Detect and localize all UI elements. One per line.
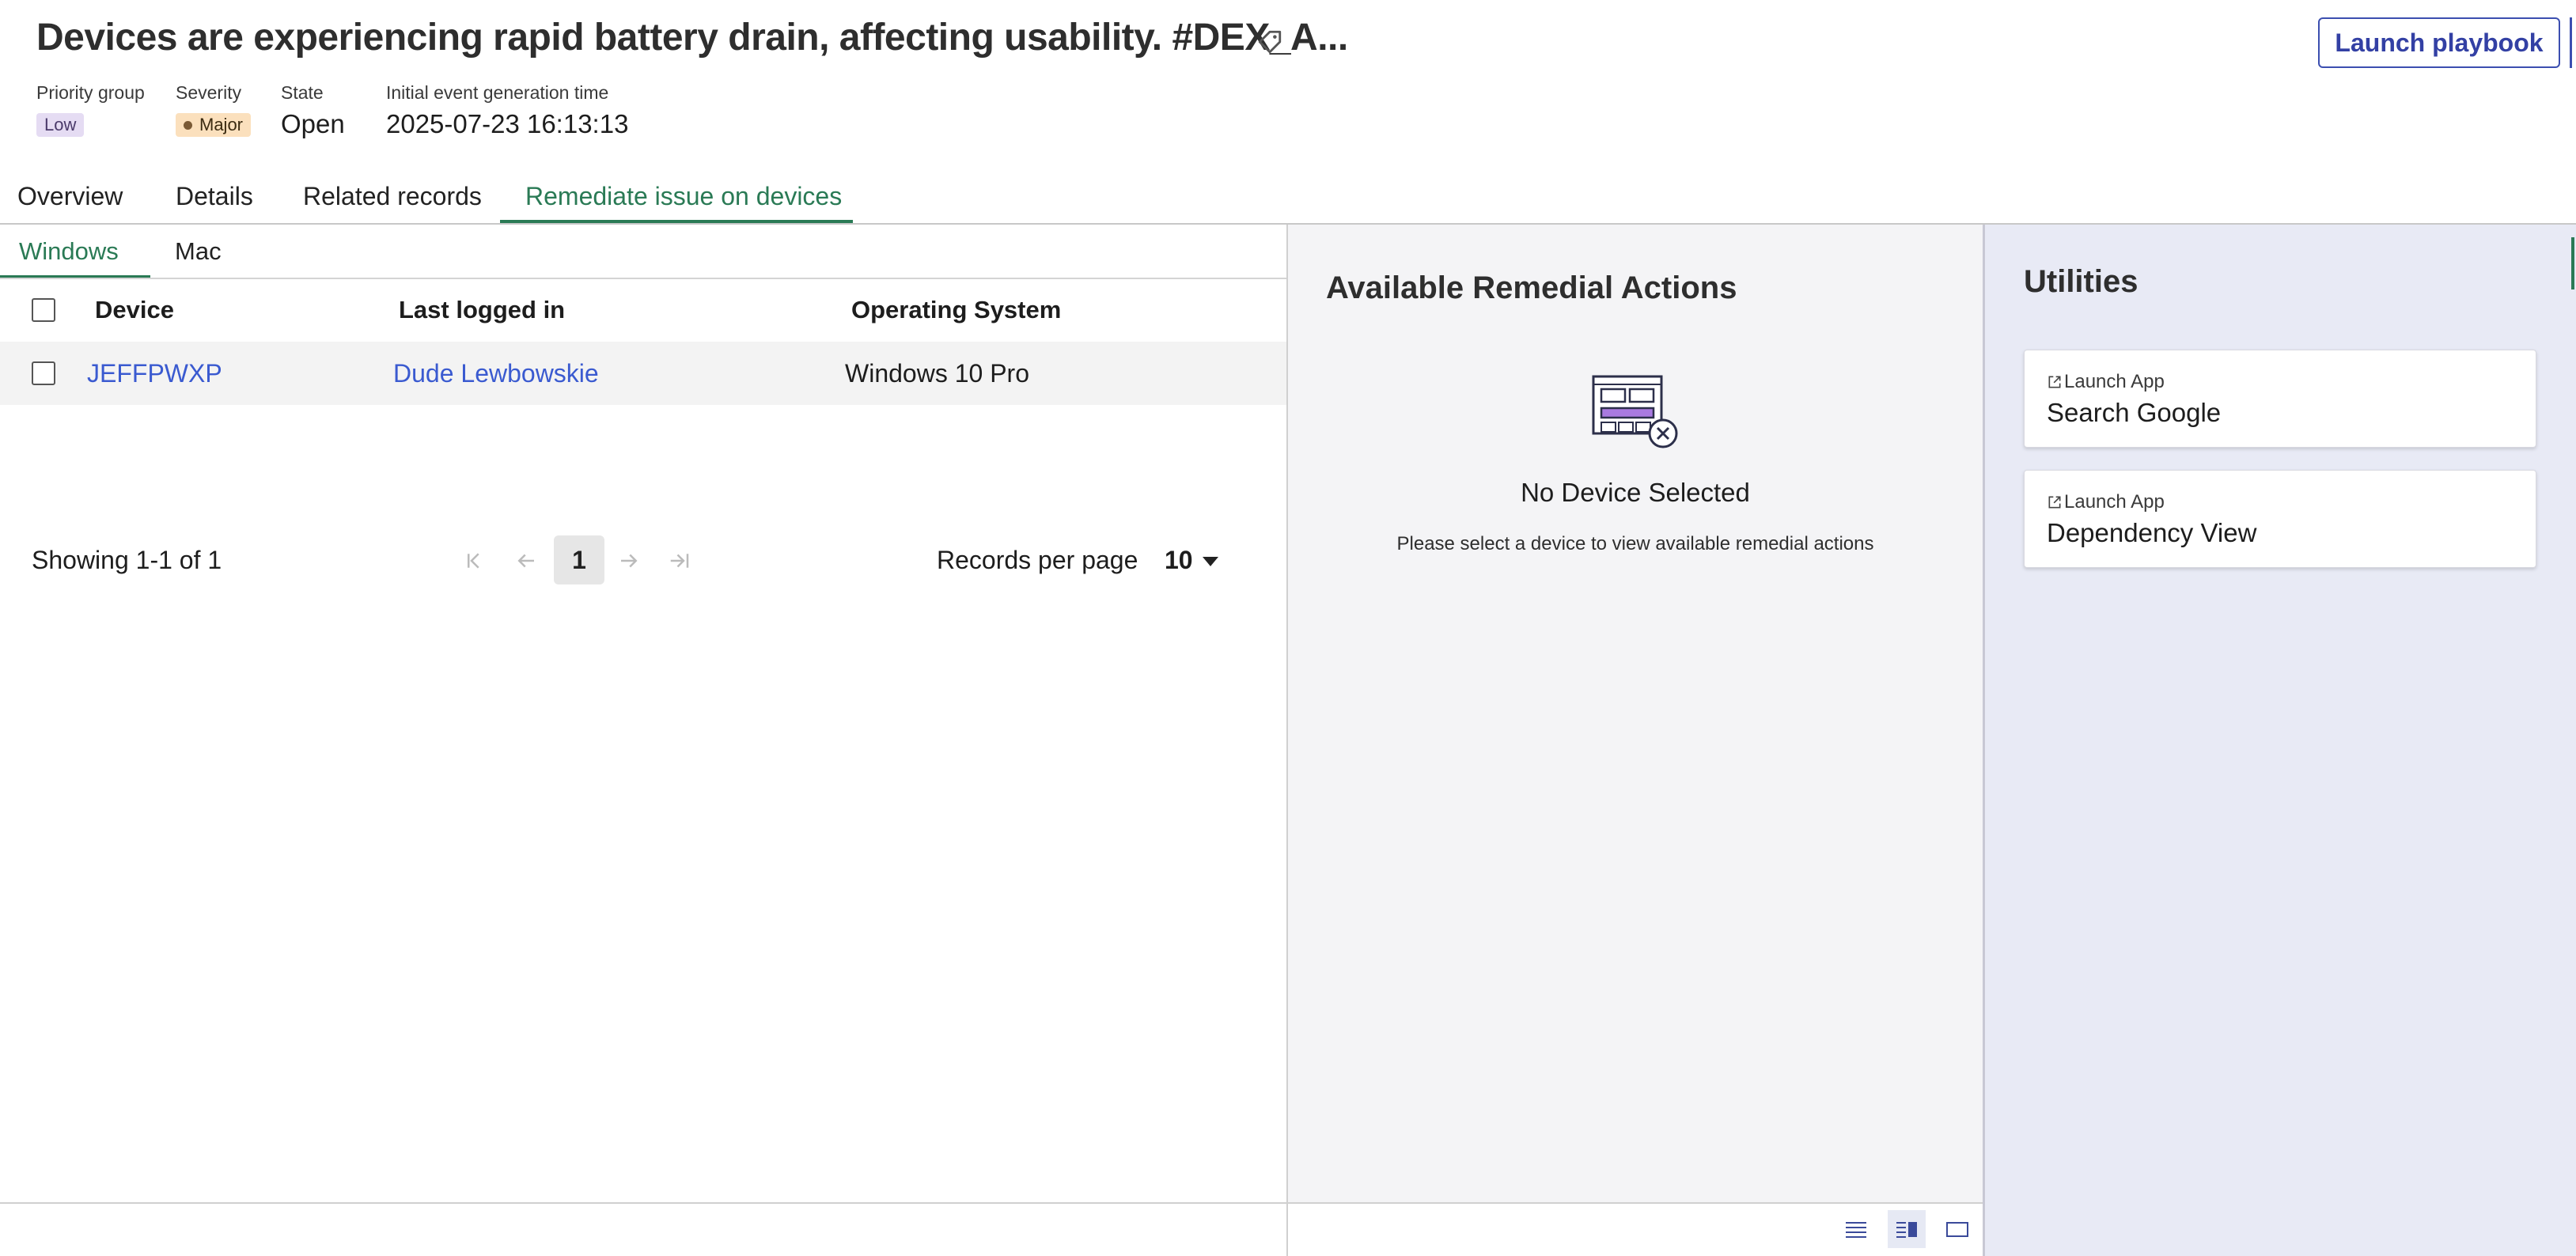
- list-view-icon[interactable]: [1837, 1210, 1875, 1248]
- utility-name: Search Google: [2047, 398, 2222, 427]
- select-all-checkbox[interactable]: [32, 298, 55, 322]
- remedial-actions-title: Available Remedial Actions: [1326, 270, 1737, 305]
- records-per-page-select[interactable]: 10: [1165, 546, 1193, 575]
- utility-card-search-google[interactable]: Launch App Search Google: [2024, 350, 2536, 448]
- edge-indicator: [2570, 17, 2572, 68]
- external-link-icon: [2048, 376, 2061, 388]
- tag-icon[interactable]: [1256, 28, 1283, 55]
- state-label: State: [281, 82, 324, 103]
- right-edge-indicator: [2571, 237, 2574, 289]
- split-view-icon[interactable]: [1888, 1210, 1926, 1248]
- prev-page-icon[interactable]: [514, 549, 538, 573]
- column-header-device[interactable]: Device: [95, 296, 174, 324]
- tab-related-records[interactable]: Related records: [303, 182, 482, 211]
- user-link[interactable]: Dude Lewbowskie: [393, 359, 599, 388]
- column-header-last-logged-in[interactable]: Last logged in: [399, 296, 565, 324]
- event-time-value: 2025-07-23 16:13:13: [386, 109, 629, 138]
- severity-value: Major: [199, 115, 244, 134]
- severity-badge: Major: [176, 113, 252, 137]
- utility-card-dependency-view[interactable]: Launch App Dependency View: [2024, 470, 2536, 568]
- event-time-label: Initial event generation time: [386, 82, 609, 103]
- state-value: Open: [281, 109, 345, 138]
- next-page-icon[interactable]: [617, 549, 641, 573]
- records-per-page-label: Records per page: [937, 546, 1138, 574]
- tab-remediate-issue[interactable]: Remediate issue on devices: [525, 182, 842, 211]
- launch-playbook-button[interactable]: Launch playbook: [2318, 17, 2560, 68]
- pagination-summary: Showing 1-1 of 1: [32, 546, 222, 574]
- tab-overview[interactable]: Overview: [17, 182, 123, 211]
- current-page-button[interactable]: 1: [554, 535, 604, 584]
- page-title: Devices are experiencing rapid battery d…: [36, 17, 1348, 59]
- empty-state-description: Please select a device to view available…: [1396, 533, 1874, 554]
- first-page-icon[interactable]: [464, 549, 487, 573]
- row-checkbox[interactable]: [32, 361, 55, 385]
- tab-mac[interactable]: Mac: [175, 237, 222, 266]
- tab-details[interactable]: Details: [176, 182, 253, 211]
- severity-label: Severity: [176, 82, 242, 103]
- dropdown-caret-icon[interactable]: [1203, 557, 1218, 566]
- utility-kicker: Launch App: [2064, 371, 2165, 392]
- utility-name: Dependency View: [2047, 518, 2257, 547]
- empty-state-title: No Device Selected: [1521, 478, 1750, 507]
- utilities-title: Utilities: [2024, 264, 2138, 299]
- column-header-operating-system[interactable]: Operating System: [851, 296, 1061, 324]
- remedial-actions-panel: [1288, 225, 1983, 1202]
- empty-state-illustration: [1592, 375, 1678, 448]
- full-view-icon[interactable]: [1938, 1210, 1976, 1248]
- tab-windows[interactable]: Windows: [19, 237, 119, 266]
- os-cell: Windows 10 Pro: [845, 359, 1029, 388]
- device-link[interactable]: JEFFPWXP: [87, 359, 222, 388]
- last-page-icon[interactable]: [668, 549, 691, 573]
- bottom-toolbar-divider: [0, 1202, 1983, 1204]
- external-link-icon: [2048, 496, 2061, 509]
- priority-badge: Low: [36, 113, 85, 137]
- severity-dot-icon: [184, 121, 192, 130]
- subtabs-divider: [0, 278, 1287, 279]
- utility-kicker: Launch App: [2064, 491, 2165, 513]
- priority-group-label: Priority group: [36, 82, 145, 103]
